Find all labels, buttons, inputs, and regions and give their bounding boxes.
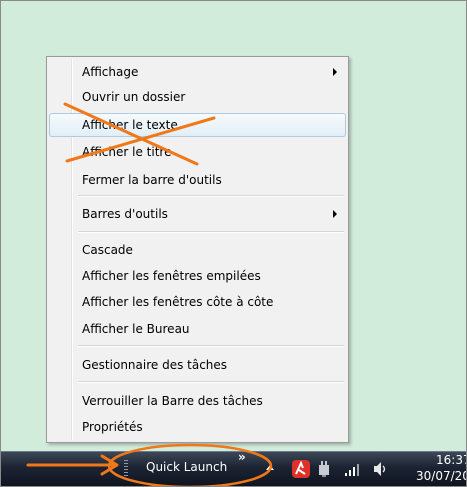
clock-time[interactable]: 16:37 (436, 453, 466, 467)
taskbar[interactable]: Quick Launch » 16:37 30/07/20 (1, 450, 466, 486)
submenu-arrow-icon (333, 210, 337, 218)
menu-item-label: Affichage (82, 65, 139, 79)
network-plug-icon[interactable] (317, 461, 331, 477)
menu-separator (78, 381, 344, 383)
submenu-arrow-icon (333, 68, 337, 76)
screenshot-frame: Affichage Ouvrir un dossier Afficher le … (0, 0, 467, 487)
menu-item-barres-outils[interactable]: Barres d'outils (49, 202, 346, 226)
menu-item-gestionnaire-taches[interactable]: Gestionnaire des tâches (49, 353, 346, 377)
menu-separator (78, 231, 344, 233)
menu-item-proprietes[interactable]: Propriétés (49, 415, 346, 439)
menu-item-label: Gestionnaire des tâches (82, 358, 228, 372)
clock-date[interactable]: 30/07/20 (416, 469, 466, 483)
menu-item-label: Barres d'outils (82, 207, 168, 221)
menu-item-afficher-texte[interactable]: Afficher le texte (49, 113, 346, 137)
signal-strength-icon[interactable] (345, 464, 361, 476)
menu-item-label: Verrouiller la Barre des tâches (82, 394, 263, 408)
menu-item-label: Afficher les fenêtres côte à côte (82, 295, 274, 309)
menu-item-label: Fermer la barre d'outils (82, 173, 222, 187)
menu-item-label: Afficher le titre (82, 145, 172, 159)
antivirus-icon[interactable] (292, 460, 310, 478)
menu-item-label: Afficher le texte (82, 118, 178, 132)
quick-launch-toolbar-label[interactable]: Quick Launch (146, 460, 227, 474)
menu-item-afficher-bureau[interactable]: Afficher le Bureau (49, 317, 346, 341)
menu-separator (78, 195, 344, 197)
menu-item-label: Afficher les fenêtres empilées (82, 269, 261, 283)
menu-item-label: Propriétés (82, 420, 143, 434)
taskbar-context-menu: Affichage Ouvrir un dossier Afficher le … (46, 56, 349, 443)
menu-item-afficher-titre[interactable]: Afficher le titre (49, 140, 346, 164)
menu-item-fermer-barre[interactable]: Fermer la barre d'outils (49, 168, 346, 192)
menu-item-affichage[interactable]: Affichage (49, 60, 346, 84)
speaker-icon[interactable] (373, 462, 389, 476)
menu-item-cascade[interactable]: Cascade (49, 238, 346, 262)
menu-item-fenetres-cote-a-cote[interactable]: Afficher les fenêtres côte à côte (49, 290, 346, 314)
chevron-more-icon[interactable]: » (238, 450, 246, 464)
menu-item-fenetres-empilees[interactable]: Afficher les fenêtres empilées (49, 264, 346, 288)
menu-item-label: Ouvrir un dossier (82, 90, 186, 104)
toolbar-grip-handle[interactable] (124, 460, 128, 478)
menu-item-label: Cascade (82, 243, 133, 257)
menu-item-label: Afficher le Bureau (82, 322, 190, 336)
menu-item-ouvrir-dossier[interactable]: Ouvrir un dossier (49, 85, 346, 109)
show-hidden-icons-arrow-icon[interactable] (266, 465, 274, 470)
menu-separator (78, 345, 344, 347)
menu-item-verrouiller-barre[interactable]: Verrouiller la Barre des tâches (49, 389, 346, 413)
